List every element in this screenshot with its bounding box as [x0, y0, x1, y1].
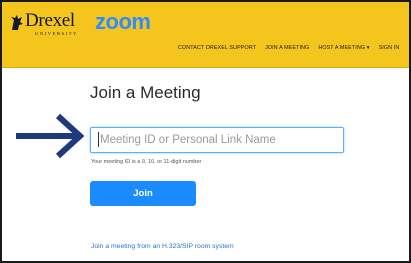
site-header: Drexel UNIVERSITY zoom CONTACT DREXEL SU…: [2, 2, 409, 68]
nav-host-meeting[interactable]: HOST A MEETING ▾: [318, 45, 369, 51]
meeting-id-input[interactable]: [90, 127, 344, 153]
zoom-logo[interactable]: zoom: [95, 10, 151, 34]
drexel-subtitle: UNIVERSITY: [35, 31, 78, 36]
page-title: Join a Meeting: [90, 83, 201, 102]
arrow-right-icon: [16, 113, 85, 159]
drexel-name: Drexel: [25, 10, 75, 31]
text-caret: [98, 132, 99, 147]
meeting-id-hint: Your meeting ID is a 9, 10, or 11-digit …: [91, 159, 202, 165]
dragon-icon: [11, 15, 23, 30]
nav-contact-support[interactable]: CONTACT DREXEL SUPPORT: [178, 45, 256, 51]
nav-sign-in[interactable]: SIGN IN: [379, 45, 400, 51]
main-content: Join a Meeting Your meeting ID is a 9, 1…: [2, 69, 409, 261]
drexel-logo[interactable]: Drexel UNIVERSITY: [10, 11, 78, 41]
join-button[interactable]: Join: [90, 181, 196, 206]
top-nav: CONTACT DREXEL SUPPORT JOIN A MEETING HO…: [178, 45, 399, 51]
nav-join-meeting[interactable]: JOIN A MEETING: [265, 45, 309, 51]
sip-room-link[interactable]: Join a meeting from an H.323/SIP room sy…: [91, 243, 234, 250]
browser-frame: Drexel UNIVERSITY zoom CONTACT DREXEL SU…: [0, 0, 411, 263]
drexel-wordmark: Drexel UNIVERSITY: [25, 11, 78, 36]
